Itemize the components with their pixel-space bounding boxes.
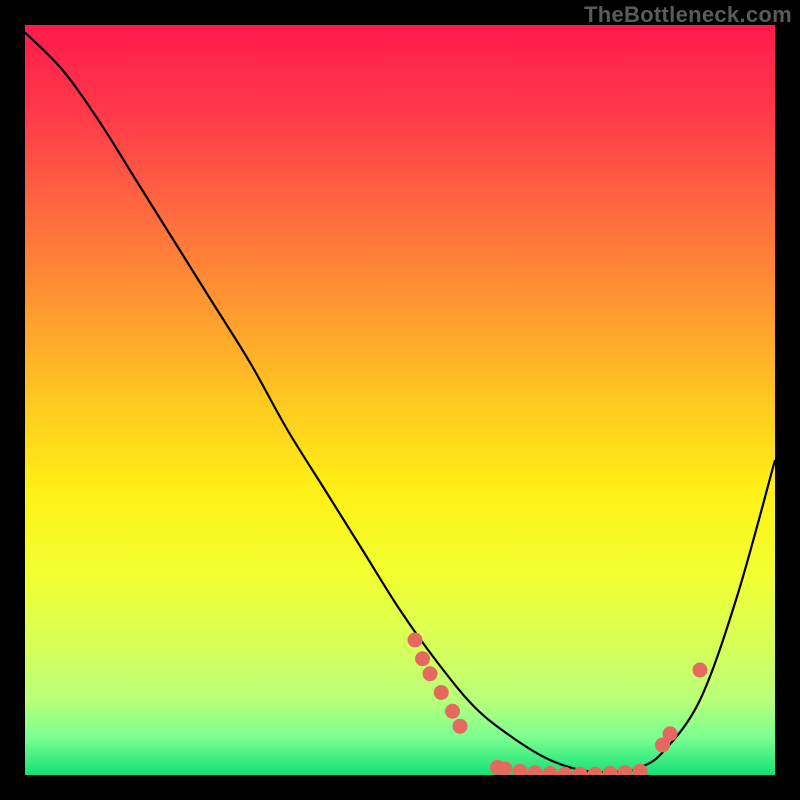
data-marker xyxy=(445,704,460,719)
data-marker xyxy=(415,651,430,666)
bottleneck-chart xyxy=(25,25,775,775)
data-marker xyxy=(434,685,449,700)
data-marker xyxy=(453,719,468,734)
data-marker xyxy=(663,726,678,741)
gradient-background xyxy=(25,25,775,775)
watermark-text: TheBottleneck.com xyxy=(584,2,792,28)
data-marker xyxy=(693,663,708,678)
chart-frame xyxy=(25,25,775,775)
data-marker xyxy=(408,633,423,648)
data-marker xyxy=(423,666,438,681)
